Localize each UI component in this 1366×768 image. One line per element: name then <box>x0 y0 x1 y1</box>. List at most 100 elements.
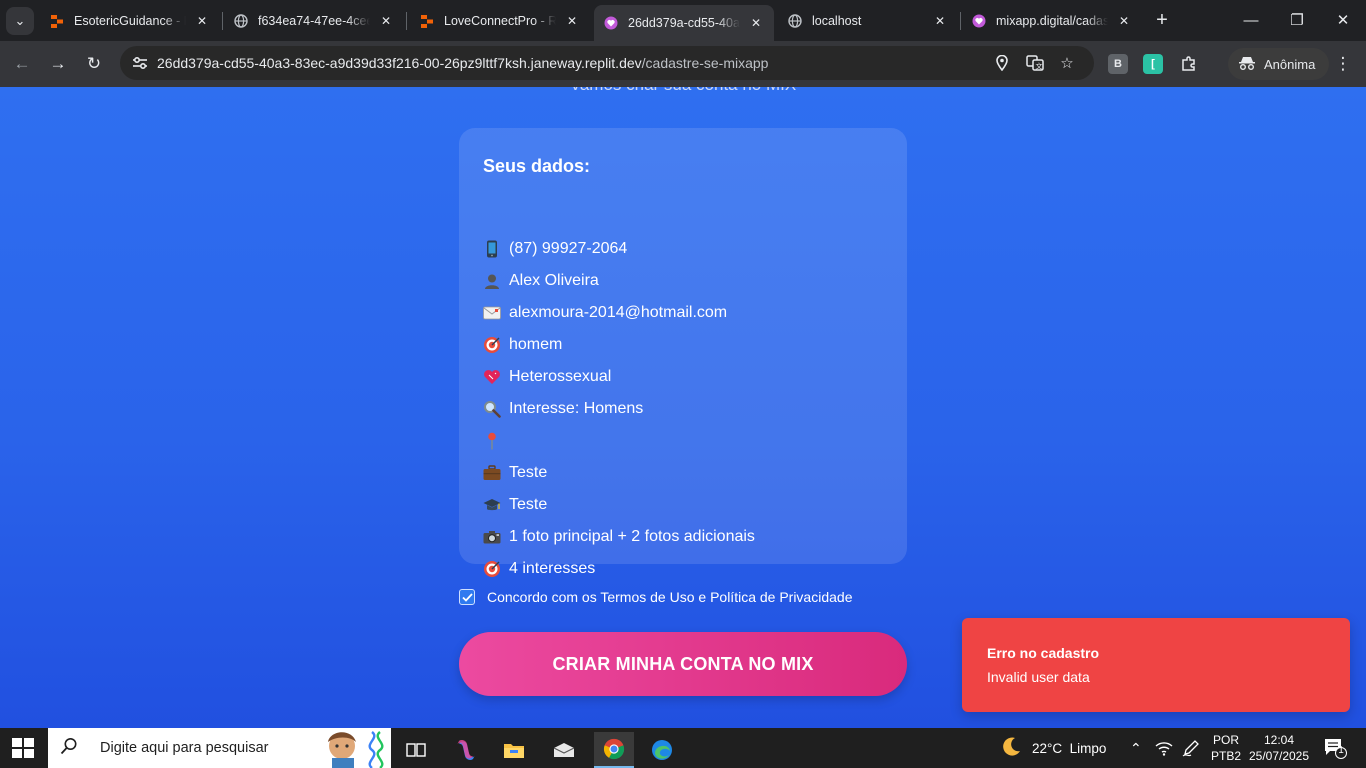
summary-item-text: Interesse: Homens <box>509 400 644 417</box>
close-icon[interactable]: ✕ <box>748 16 764 30</box>
notification-center-icon[interactable]: 1 <box>1323 728 1347 768</box>
windows-start-icon[interactable] <box>12 738 34 758</box>
terms-label[interactable]: Concordo com os Termos de Uso e Política… <box>487 589 852 605</box>
notification-count: 1 <box>1338 745 1344 756</box>
close-icon[interactable]: ✕ <box>378 14 394 28</box>
target-icon <box>483 560 501 578</box>
translate-icon[interactable]: 文 <box>1024 52 1046 74</box>
summary-item-name: Alex Oliveira <box>483 269 599 293</box>
extensions-puzzle-icon[interactable] <box>1174 49 1204 79</box>
tab-love-connect-pro[interactable]: LoveConnectPro - Rep ✕ <box>410 6 590 36</box>
close-icon[interactable]: ✕ <box>932 14 948 28</box>
kebab-menu-icon: ⋮ <box>1334 54 1352 73</box>
restore-button[interactable]: ❐ <box>1274 0 1320 40</box>
network-wifi-icon[interactable] <box>1155 728 1173 768</box>
tab-title: EsotericGuidance - Re <box>74 14 186 28</box>
terms-agreement[interactable]: Concordo com os Termos de Uso e Política… <box>459 589 852 605</box>
mail-icon[interactable] <box>544 732 584 768</box>
search-icon <box>60 737 84 760</box>
tab-separator <box>406 12 407 30</box>
url-text[interactable]: 26dd379a-cd55-40a3-83ec-a9d39d33f216-00-… <box>157 55 768 71</box>
summary-item-text: alexmoura-2014@hotmail.com <box>509 304 728 321</box>
tab-localhost[interactable]: localhost ✕ <box>778 6 958 36</box>
location-icon[interactable] <box>991 52 1013 74</box>
file-explorer-icon[interactable] <box>494 732 534 768</box>
tab-26dd379a-active[interactable]: 26dd379a-cd55-40a3- ✕ <box>594 5 774 41</box>
replit-icon <box>420 14 434 28</box>
summary-item-orientation: Heterossexual <box>483 365 611 389</box>
tab-title: f634ea74-47ee-4cee- <box>258 14 370 28</box>
extension-bracket-icon[interactable]: [ <box>1143 54 1163 74</box>
globe-icon <box>234 14 248 28</box>
site-info-icon[interactable] <box>128 51 152 75</box>
weather-widget[interactable]: 22°C Limpo <box>1000 728 1106 768</box>
minimize-button[interactable]: — <box>1228 0 1274 40</box>
envelope-icon <box>483 304 501 322</box>
extension-b-icon[interactable]: B <box>1108 54 1128 74</box>
summary-title: Seus dados: <box>483 156 591 176</box>
target-icon <box>483 336 501 354</box>
url-path: /cadastre-se-mixapp <box>641 55 769 71</box>
incognito-profile-button[interactable]: Anônima <box>1228 48 1330 80</box>
camera-icon <box>483 528 501 546</box>
error-toast[interactable]: Erro no cadastro Invalid user data <box>962 618 1350 712</box>
summary-item-text: Alex Oliveira <box>509 272 599 289</box>
clock-date: 25/07/2025 <box>1248 749 1310 763</box>
create-account-button[interactable]: CRIAR MINHA CONTA NO MIX <box>459 632 907 696</box>
language-indicator[interactable]: POR PTB2 <box>1211 728 1241 768</box>
summary-item-photos: 1 foto principal + 2 fotos adicionais <box>483 525 755 549</box>
summary-item-phone: (87) 99927-2064 <box>483 237 627 261</box>
profile-label: Anônima <box>1264 56 1316 72</box>
browser-menu-button[interactable]: ⋮ <box>1328 49 1358 79</box>
browser-tab-strip: ⌄ EsotericGuidance - Re ✕ f634ea74-47ee-… <box>0 0 1366 41</box>
browser-toolbar: ← → ↻ 26dd379a-cd55-40a3-83ec-a9d39d33f2… <box>0 41 1366 87</box>
chevron-down-icon: ⌄ <box>14 13 26 28</box>
edge-icon[interactable] <box>642 732 682 768</box>
tray-overflow-chevron-icon[interactable]: ⌃ <box>1130 728 1142 768</box>
summary-item-education: Teste <box>483 493 547 517</box>
close-window-button[interactable]: ✕ <box>1320 0 1366 40</box>
bookmark-star-icon[interactable]: ☆ <box>1056 52 1078 74</box>
taskbar-search-box[interactable]: Digite aqui para pesquisar <box>48 728 391 768</box>
tab-f634ea74[interactable]: f634ea74-47ee-4cee- ✕ <box>224 6 404 36</box>
task-view-icon[interactable] <box>396 732 436 768</box>
back-button[interactable]: ← <box>7 49 37 79</box>
windows-taskbar: Digite aqui para pesquisar 22°C Limpo ⌃ … <box>0 728 1366 768</box>
plus-icon: + <box>1156 9 1168 31</box>
heart-icon <box>483 368 501 386</box>
pen-ink-icon[interactable] <box>1182 728 1200 768</box>
chrome-icon[interactable] <box>594 732 634 768</box>
search-highlight-illustration-icon <box>320 728 390 768</box>
close-icon[interactable]: ✕ <box>194 14 210 28</box>
close-icon[interactable]: ✕ <box>1116 14 1132 28</box>
close-icon[interactable]: ✕ <box>564 14 580 28</box>
page-subtitle: Vamos criar sua conta no MIX <box>0 87 1366 95</box>
graduation-cap-icon <box>483 496 501 514</box>
forward-button[interactable]: → <box>43 49 73 79</box>
summary-item-email: alexmoura-2014@hotmail.com <box>483 301 727 325</box>
briefcase-icon <box>483 464 501 482</box>
arrow-left-icon: ← <box>13 54 31 73</box>
summary-item-text: Teste <box>509 496 548 513</box>
weather-text: 22°C Limpo <box>1032 740 1107 756</box>
tab-title: localhost <box>812 14 862 28</box>
new-tab-button[interactable]: + <box>1150 8 1174 32</box>
reload-button[interactable]: ↻ <box>79 49 109 79</box>
tab-title: 26dd379a-cd55-40a3- <box>628 16 740 30</box>
restore-icon: ❐ <box>1290 12 1304 29</box>
incognito-icon <box>1238 56 1256 73</box>
clock[interactable]: 12:04 25/07/2025 <box>1248 728 1310 768</box>
tab-search-button[interactable]: ⌄ <box>6 7 34 35</box>
toast-title: Erro no cadastro <box>987 645 1100 661</box>
keyboard-layout: PTB2 <box>1211 749 1242 763</box>
address-bar[interactable]: 26dd379a-cd55-40a3-83ec-a9d39d33f216-00-… <box>120 46 1094 80</box>
summary-item-text: Teste <box>509 464 548 481</box>
tab-mixapp-digital[interactable]: mixapp.digital/cadast ✕ <box>962 6 1142 36</box>
copilot-icon[interactable] <box>446 732 486 768</box>
summary-item-gender: homem <box>483 333 562 357</box>
heart-icon <box>972 14 986 28</box>
reload-icon: ↻ <box>86 54 102 73</box>
magnifier-icon <box>483 400 501 418</box>
tab-esoteric-guidance[interactable]: EsotericGuidance - Re ✕ <box>40 6 220 36</box>
terms-checkbox[interactable] <box>459 589 475 605</box>
